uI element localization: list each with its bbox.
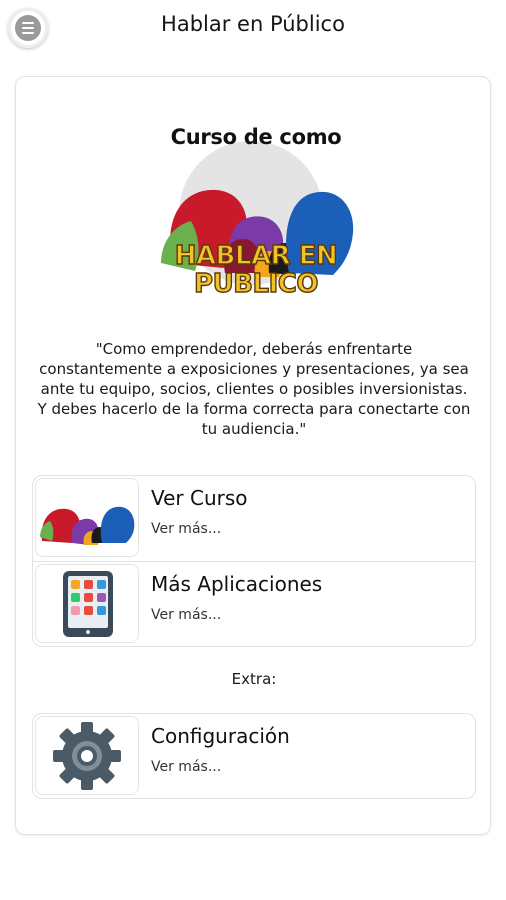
- logo-heading: Curso de como: [170, 125, 342, 149]
- item-title: Ver Curso: [151, 486, 248, 510]
- course-logo: Curso de como HABLAR EN PUBLICO: [151, 113, 361, 313]
- gear-icon: [53, 722, 121, 790]
- item-title: Configuración: [151, 724, 290, 748]
- list-item-ver-curso[interactable]: Ver Curso Ver más...: [33, 476, 475, 561]
- course-thumbnail: [35, 478, 139, 557]
- main-card: Curso de como HABLAR EN PUBLICO "Como em…: [15, 76, 491, 835]
- tablet-apps-icon: [63, 571, 113, 637]
- logo-line-1: HABLAR EN: [174, 240, 338, 271]
- intro-quote: "Como emprendedor, deberás enfrentarte c…: [37, 340, 471, 438]
- item-subtitle: Ver más...: [151, 521, 222, 537]
- extra-menu-list: Configuración Ver más...: [32, 713, 476, 799]
- page-title: Hablar en Público: [161, 12, 345, 36]
- extra-section-label: Extra:: [231, 670, 277, 688]
- logo-line-2: PUBLICO: [193, 268, 319, 299]
- top-app-bar: Hablar en Público: [0, 0, 506, 56]
- main-menu-list: Ver Curso Ver más... Más Aplicaciones Ve…: [32, 475, 476, 647]
- item-subtitle: Ver más...: [151, 607, 222, 623]
- people-silhouettes-icon: [40, 506, 135, 545]
- settings-thumbnail: [35, 716, 139, 795]
- item-title: Más Aplicaciones: [151, 572, 323, 596]
- list-item-mas-aplicaciones[interactable]: Más Aplicaciones Ver más...: [33, 562, 475, 647]
- item-subtitle: Ver más...: [151, 759, 222, 775]
- apps-thumbnail: [35, 564, 139, 643]
- list-item-configuracion[interactable]: Configuración Ver más...: [33, 714, 475, 799]
